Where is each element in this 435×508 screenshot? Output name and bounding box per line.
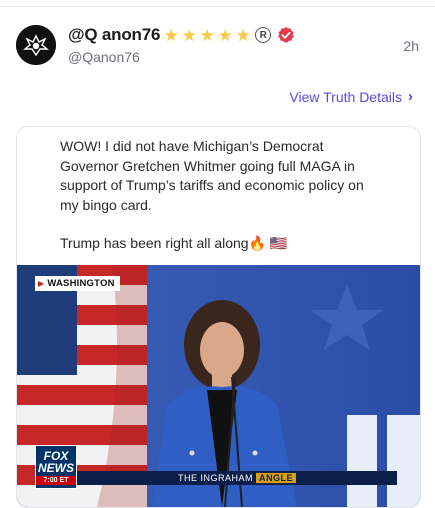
star-icon: ★ bbox=[163, 25, 179, 45]
post-timestamp[interactable]: 2h bbox=[403, 38, 419, 54]
avatar-image bbox=[16, 25, 56, 65]
verified-icon bbox=[278, 26, 295, 43]
location-label: WASHINGTON bbox=[47, 278, 115, 289]
network-logo: FOX NEWS 7:00 ET bbox=[35, 445, 77, 489]
star-icon: ★ bbox=[235, 25, 251, 45]
display-name[interactable]: @Q anon76 bbox=[68, 25, 160, 45]
star-badges: ★ ★ ★ ★ ★ bbox=[162, 27, 252, 44]
star-icon: ★ bbox=[181, 25, 197, 45]
star-icon: ★ bbox=[199, 25, 215, 45]
avatar[interactable] bbox=[16, 25, 56, 65]
show-title-prefix: THE INGRAHAM bbox=[177, 473, 253, 483]
post-paragraph: Trump has been right all along🔥 🇺🇸 bbox=[60, 235, 288, 251]
play-triangle-icon: ▶ bbox=[38, 279, 45, 288]
user-handle[interactable]: @Qanon76 bbox=[68, 49, 419, 65]
post-header: @Q anon76 ★ ★ ★ ★ ★ R @Qanon76 bbox=[68, 24, 419, 68]
broadcast-time: 7:00 ET bbox=[36, 475, 76, 485]
network-subname: NEWS bbox=[38, 460, 74, 475]
chevron-right-icon: › bbox=[408, 88, 413, 105]
post-paragraph: WOW! I did not have Michigan’s Democrat … bbox=[60, 138, 364, 213]
show-title-suffix: ANGLE bbox=[256, 473, 296, 483]
view-truth-details-link[interactable]: View Truth Details › bbox=[289, 88, 413, 105]
post-video-thumbnail[interactable]: ▶ WASHINGTON FOX NEWS 7:00 ET THE INGRAH… bbox=[17, 265, 420, 507]
show-banner: THE INGRAHAM ANGLE bbox=[77, 471, 397, 485]
view-details-label: View Truth Details bbox=[289, 88, 402, 105]
registered-icon: R bbox=[255, 27, 272, 43]
top-divider bbox=[0, 6, 435, 7]
star-icon: ★ bbox=[217, 25, 233, 45]
post-body: WOW! I did not have Michigan’s Democrat … bbox=[60, 137, 380, 273]
location-badge: ▶ WASHINGTON bbox=[35, 276, 120, 291]
post-card[interactable]: WOW! I did not have Michigan’s Democrat … bbox=[16, 126, 421, 508]
network-name: FOX bbox=[43, 448, 69, 463]
